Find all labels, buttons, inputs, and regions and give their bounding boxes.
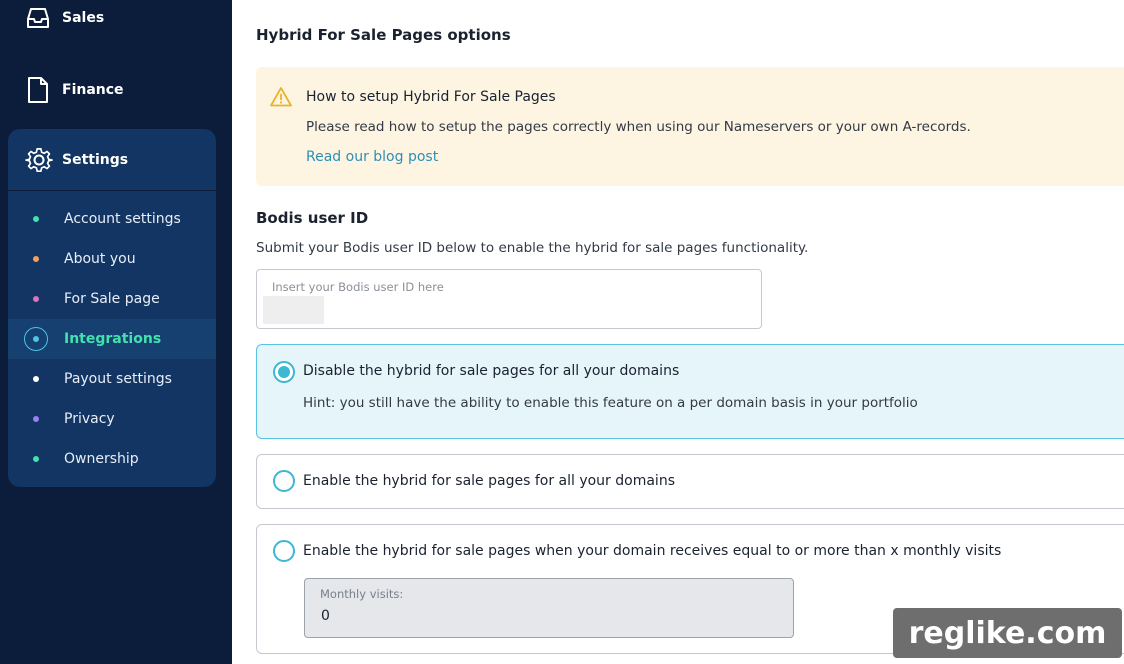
- sidebar-item-privacy[interactable]: Privacy: [8, 399, 216, 439]
- sidebar-item-settings[interactable]: Settings: [24, 145, 128, 175]
- input-value: 0: [321, 608, 330, 624]
- radio-button[interactable]: [273, 470, 295, 492]
- bullet-icon: [33, 416, 39, 422]
- main-content: Hybrid For Sale Pages options How to set…: [232, 0, 1124, 664]
- radio-button-checked[interactable]: [273, 361, 295, 383]
- page-title: Hybrid For Sale Pages options: [256, 26, 511, 44]
- sidebar-item-label: For Sale page: [64, 291, 160, 307]
- sidebar-item-label: Privacy: [64, 411, 115, 427]
- sidebar-item-label: Sales: [62, 10, 105, 26]
- active-bullet-icon: [24, 327, 48, 351]
- option-enable-all[interactable]: Enable the hybrid for sale pages for all…: [256, 454, 1124, 509]
- alert-text: Please read how to setup the pages corre…: [306, 119, 971, 135]
- bullet-icon: [33, 216, 39, 222]
- bullet-icon: [33, 296, 39, 302]
- sidebar-item-about-you[interactable]: About you: [8, 239, 216, 279]
- sidebar-item-label: Account settings: [64, 211, 181, 227]
- radio-button[interactable]: [273, 540, 295, 562]
- bullet-icon: [33, 376, 39, 382]
- sidebar-item-label: Ownership: [64, 451, 139, 467]
- settings-panel: Settings Account settings About you For …: [8, 129, 216, 487]
- sidebar-item-label: Payout settings: [64, 371, 172, 387]
- sidebar-item-sales[interactable]: Sales: [24, 4, 104, 32]
- document-icon: [24, 76, 52, 104]
- blog-post-link[interactable]: Read our blog post: [306, 149, 438, 165]
- sidebar: Sales Finance Settings Account settings …: [0, 0, 232, 664]
- monthly-visits-input[interactable]: Monthly visits: 0: [304, 578, 794, 638]
- option-label: Disable the hybrid for sale pages for al…: [303, 363, 680, 379]
- sidebar-item-ownership[interactable]: Ownership: [8, 439, 216, 479]
- gear-icon: [24, 145, 54, 175]
- inbox-icon: [24, 4, 52, 32]
- sidebar-item-account-settings[interactable]: Account settings: [8, 199, 216, 239]
- option-hint: Hint: you still have the ability to enab…: [303, 395, 918, 411]
- watermark: reglike.com: [893, 608, 1122, 658]
- input-label: Monthly visits:: [320, 587, 404, 601]
- warning-icon: [270, 86, 292, 108]
- sidebar-item-label: About you: [64, 251, 136, 267]
- section-title: Bodis user ID: [256, 209, 369, 227]
- bullet-icon: [33, 256, 39, 262]
- sidebar-item-finance[interactable]: Finance: [24, 76, 124, 104]
- option-label: Enable the hybrid for sale pages for all…: [303, 473, 675, 489]
- bodis-user-id-input[interactable]: Insert your Bodis user ID here: [256, 269, 762, 329]
- input-label: Insert your Bodis user ID here: [272, 280, 444, 294]
- alert-title: How to setup Hybrid For Sale Pages: [306, 89, 556, 105]
- option-disable-all[interactable]: Disable the hybrid for sale pages for al…: [256, 344, 1124, 439]
- sidebar-item-label: Finance: [62, 82, 124, 98]
- bullet-icon: [33, 456, 39, 462]
- option-label: Enable the hybrid for sale pages when yo…: [303, 543, 1002, 559]
- section-description: Submit your Bodis user ID below to enabl…: [256, 240, 809, 256]
- sidebar-item-payout-settings[interactable]: Payout settings: [8, 359, 216, 399]
- info-alert: How to setup Hybrid For Sale Pages Pleas…: [256, 67, 1124, 186]
- settings-label: Settings: [62, 152, 129, 168]
- input-value-redacted: [263, 296, 324, 324]
- divider: [8, 190, 216, 191]
- sidebar-item-integrations[interactable]: Integrations: [8, 319, 216, 359]
- sidebar-item-for-sale-page[interactable]: For Sale page: [8, 279, 216, 319]
- sidebar-item-label: Integrations: [64, 331, 162, 347]
